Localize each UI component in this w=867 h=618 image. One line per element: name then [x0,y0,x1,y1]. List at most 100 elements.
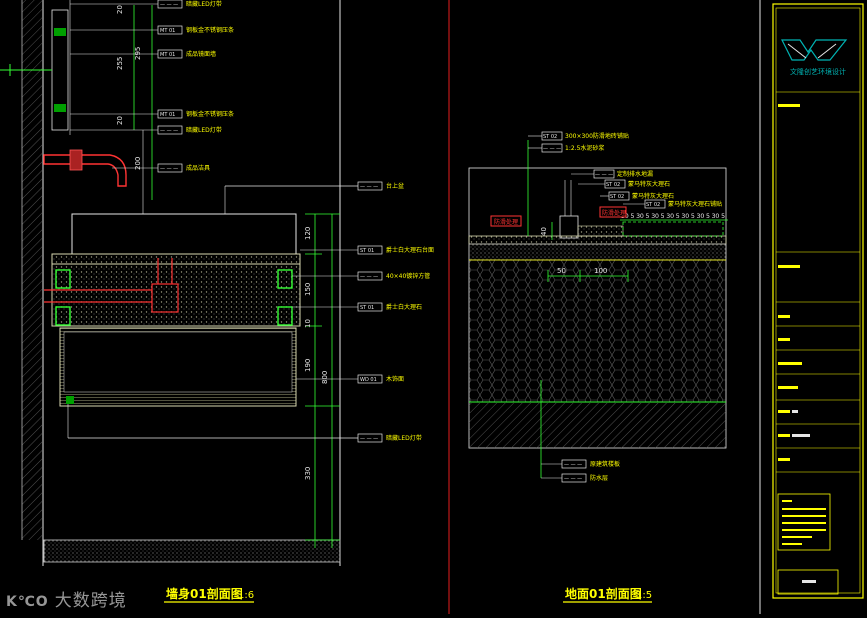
floor-label-code: ST 02 [606,182,620,188]
dim-right-1: 120 [304,227,312,240]
wall-label-code: — — — [360,436,378,442]
building-slab [469,403,726,448]
watermark-logo: K℃O [6,594,49,610]
mortar-layer [468,243,727,261]
dim-top-4: 20 [116,116,124,125]
dim-right-3: 10 [304,319,312,328]
cad-drawing: — — — 暗藏LED灯带MT 01 钢板金不锈钢压条MT 01 成品镜面墙MT 01… [0,0,864,614]
floor-label-top-5: ST 02 蒙马特灰大理石 [600,191,674,201]
floor-section-title: 地面01剖面图 [565,586,642,601]
red-tag-right: 防滑处理 [599,206,627,218]
floor-label-top-6: ST 02 蒙马特灰大理石铺贴 [623,199,722,209]
led-strip-top [54,28,66,36]
title-block: 文隆创艺环境设计 [759,0,864,614]
wall-section-title: 墙身01剖面图 [166,586,243,601]
floor-label-text: 1:2.5水泥砂浆 [565,144,604,152]
wall-label-text: 木饰面 [386,375,404,383]
wall-hatch [22,0,42,540]
basin [71,213,297,255]
wall-label-8: ST 01 爵士白大理石台面 [300,245,434,255]
dim-right-2: 150 [304,283,312,296]
floor-label-code: — — — [564,476,582,482]
watermark-text: 大数跨境 [54,591,127,611]
wall-label-code: — — — [160,128,178,134]
floor-section-title-block: 地面01剖面图 1:5 [563,586,652,603]
wall-label-text: 钢板金不锈钢压条 [186,110,234,118]
company-name: 文隆创艺环境设计 [790,67,846,76]
wall-label-text: 爵士白大理石 [386,303,422,311]
wall-label-11: WD 01 木饰面 [296,374,404,384]
red-tag-left: 防滑处理 [490,215,522,227]
structural-slab [468,259,727,403]
floor-label-top-2: — — — 1:2.5水泥砂浆 [528,143,604,153]
wall-label-code: MT 01 [160,112,175,118]
floor-label-top-4: ST 02 蒙马特灰大理石 [578,179,670,189]
wall-label-text: 40×40镀锌方管 [386,272,430,280]
countertop [51,253,301,265]
wall-label-text: 暗藏LED灯带 [186,0,222,8]
floor-section-drawing [468,140,728,478]
wall-label-5: — — — 暗藏LED灯带 [70,125,222,135]
wall-label-code: WD 01 [360,377,377,383]
wall-label-text: 暗藏LED灯带 [186,126,222,134]
floor-label-text: 蒙马特灰大理石铺贴 [668,200,722,208]
tile-layer [468,235,727,245]
floor-label-bottom-1: — — — 原建筑楼板 [541,459,620,469]
dim-top-1: 20 [116,5,124,14]
wall-label-10: ST 01 爵士白大理石 [292,302,422,312]
floor-label-text: 原建筑楼板 [590,460,620,468]
wall-section-scale: 1:6 [238,590,254,601]
floor-label-text: 定制排水地漏 [617,170,653,178]
dim-50: 50 [557,267,566,275]
wall-label-code: — — — [160,2,178,8]
dim-top-2: 295 [134,47,142,60]
floor-label-code: — — — [543,146,561,152]
watermark: K℃O 大数跨境 [6,586,127,611]
floor-label-top-1: ST 02 300×300防滑地砖铺贴 [528,131,629,141]
wall-label-code: ST 01 [360,305,374,311]
dim-tile-string: 30 5 30 5 30 5 30 5 30 5 30 5 30 5 [621,213,725,220]
wall-label-text: 台上盆 [386,182,404,190]
floor-label-bottom-2: — — — 防水层 [541,473,608,483]
floor-drain [559,215,579,239]
floor-label-code: ST 02 [610,194,624,200]
floor-label-code: — — — [595,172,613,178]
floor-label-text: 防水层 [590,474,608,482]
dim-100: 100 [594,267,607,275]
dim-40: 40 [540,227,548,236]
floor-label-code: ST 02 [646,202,660,208]
faucet [43,154,127,187]
stone-apron [51,263,301,327]
wall-label-code: — — — [360,184,378,190]
floor-label-code: ST 02 [543,134,557,140]
floor-label-text: 蒙马特灰大理石 [632,192,674,200]
wall-label-text: 爵士白大理石台面 [386,246,434,254]
wall-label-7: — — — 台上盆 [225,181,404,191]
wall-label-6: — — — 成品洁具 [112,163,210,173]
dim-top-5: 200 [134,157,142,170]
svg-text:防滑处理: 防滑处理 [602,209,626,217]
floor-section-scale: 1:5 [636,590,652,601]
wall-label-12: — — — 暗藏LED灯带 [68,433,422,443]
company-logo-icon [781,39,848,61]
wall-section-dimensions: 20 295 255 20 200 120 150 10 190 800 330 [116,5,329,480]
led-strip-bottom [54,104,66,112]
dim-right-5: 800 [321,371,329,384]
wall-label-3: MT 01 成品镜面墙 [70,49,216,59]
svg-text:防滑处理: 防滑处理 [494,218,518,226]
floor-slab [43,539,341,563]
wall-label-code: MT 01 [160,28,175,34]
wall-label-code: ST 01 [360,248,374,254]
wall-label-text: 成品镜面墙 [186,50,216,58]
floor-label-text: 300×300防滑地砖铺贴 [565,132,629,140]
dim-top-3: 255 [116,57,124,70]
dim-right-4: 190 [304,359,312,372]
wall-label-code: — — — [160,166,178,172]
wall-label-text: 暗藏LED灯带 [386,434,422,442]
floor-label-code: — — — [564,462,582,468]
floor-label-text: 蒙马特灰大理石 [628,180,670,188]
floor-label-top-3: — — — 定制排水地漏 [571,169,653,179]
wall-label-code: — — — [360,274,378,280]
wall-label-code: MT 01 [160,52,175,58]
wall-label-text: 钢板金不锈钢压条 [186,26,234,34]
